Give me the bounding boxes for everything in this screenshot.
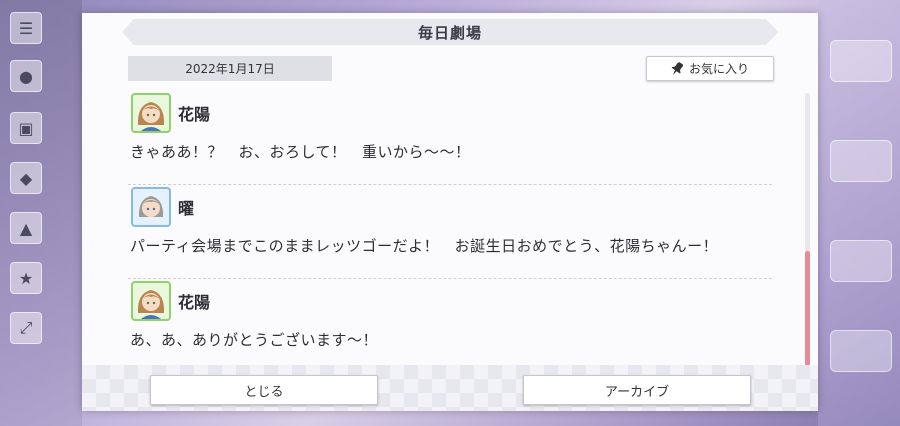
dialogue-text: あ、あ、ありがとうございます〜！ xyxy=(130,331,379,349)
daily-theater-dialog: 毎日劇場 2022年1月17日 お気に入り 花陽 きゃああ！？ お、おろして！ … xyxy=(82,13,818,411)
dialogue-text: きゃああ！？ お、おろして！ 重いから〜〜！ xyxy=(130,143,471,161)
close-button[interactable]: とじる xyxy=(150,375,378,405)
dialogue-entry: 花陽 あ、あ、ありがとうございます〜！ xyxy=(128,279,772,373)
chat-icon: ● xyxy=(10,60,42,92)
speaker-name: 曜 xyxy=(178,199,195,218)
shop-icon: ▣ xyxy=(10,112,42,144)
favorite-label: お気に入り xyxy=(688,62,749,76)
dialogue-entry: 曜 パーティ会場までこのままレッツゴーだよ！ お誕生日おめでとう、花陽ちゃんー！ xyxy=(128,185,772,279)
speaker-name: 花陽 xyxy=(178,293,211,312)
gift-icon: ◆ xyxy=(10,162,42,194)
dialogue-list: 花陽 きゃああ！？ お、おろして！ 重いから〜〜！ 曜 パーティ会場までこのまま… xyxy=(128,91,772,373)
background-card xyxy=(830,140,892,182)
menu-icon: ☰ xyxy=(10,12,42,44)
character-avatar xyxy=(131,187,171,227)
fullscreen-icon: ⤢ xyxy=(10,312,42,344)
dialogue-text: パーティ会場までこのままレッツゴーだよ！ お誕生日おめでとう、花陽ちゃんー！ xyxy=(130,237,719,255)
dialog-title: 毎日劇場 xyxy=(417,23,482,42)
award-icon: ★ xyxy=(10,262,42,294)
dialog-header: 毎日劇場 xyxy=(122,19,778,45)
dialogue-entry: 花陽 きゃああ！？ お、おろして！ 重いから〜〜！ xyxy=(128,91,772,185)
speaker-name: 花陽 xyxy=(178,105,211,124)
pin-icon xyxy=(671,61,683,75)
character-avatar xyxy=(131,93,171,133)
background-card xyxy=(830,40,892,82)
background-card xyxy=(830,240,892,282)
character-avatar xyxy=(131,281,171,321)
trophy-icon: ▲ xyxy=(10,212,42,244)
archive-button[interactable]: アーカイブ xyxy=(523,375,751,405)
scrollbar[interactable] xyxy=(805,93,810,367)
scrollbar-thumb[interactable] xyxy=(805,251,810,367)
background-card xyxy=(830,330,892,372)
date-label: 2022年1月17日 xyxy=(128,56,332,81)
favorite-button[interactable]: お気に入り xyxy=(646,56,774,81)
